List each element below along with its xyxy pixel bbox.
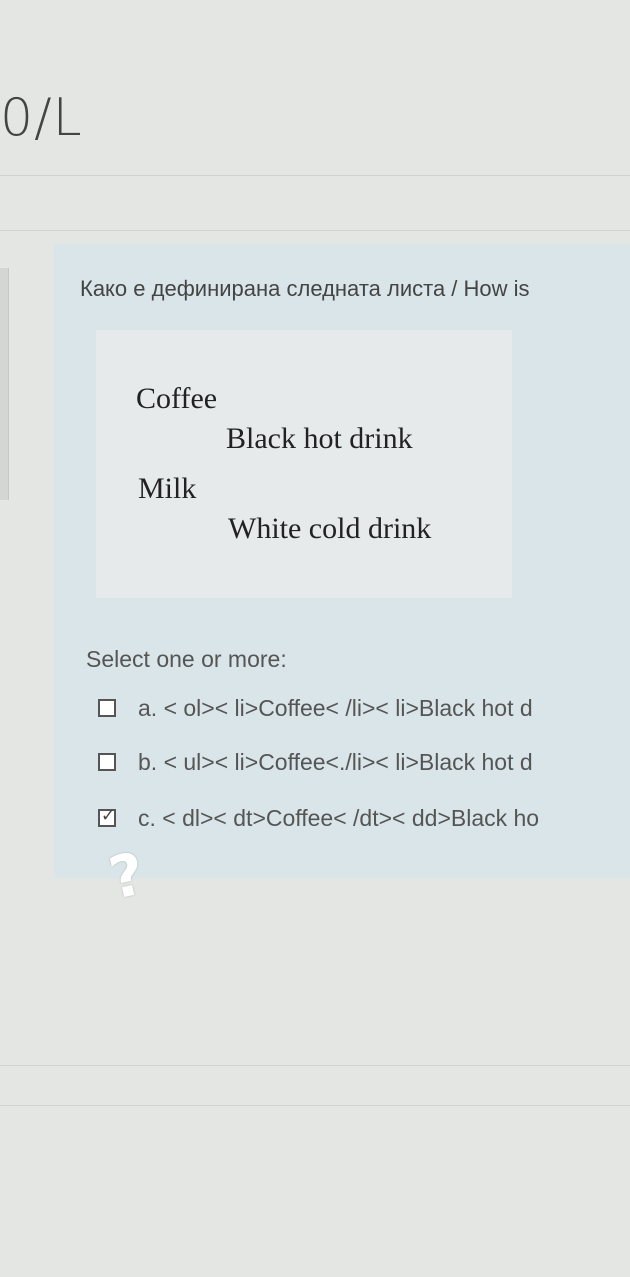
answer-option-a[interactable]: a. < ol>< li>Coffee< /li>< li>Black hot …: [98, 692, 630, 724]
checkmark-icon: ✓: [101, 806, 116, 826]
answer-option-b[interactable]: b. < ul>< li>Coffee<./li>< li>Black hot …: [98, 746, 630, 778]
definition-list-image: Coffee Black hot drink Milk White cold d…: [96, 330, 512, 598]
option-label[interactable]: b. < ul>< li>Coffee<./li>< li>Black hot …: [138, 749, 533, 776]
option-label[interactable]: c. < dl>< dt>Coffee< /dt>< dd>Black ho: [138, 805, 539, 832]
checkbox[interactable]: [98, 699, 116, 717]
select-prompt: Select one or more:: [86, 646, 287, 672]
side-panel-edge[interactable]: [0, 268, 9, 500]
checkbox[interactable]: [98, 753, 116, 771]
answer-option-c[interactable]: ✓ c. < dl>< dt>Coffee< /dt>< dd>Black ho: [98, 802, 630, 834]
list-term: Coffee: [136, 382, 218, 415]
divider: [0, 1105, 630, 1106]
question-text: Како е дефинирана следната листа / How i…: [80, 276, 530, 301]
divider: [0, 1065, 630, 1066]
list-definition: White cold drink: [228, 512, 432, 545]
option-label[interactable]: a. < ol>< li>Coffee< /li>< li>Black hot …: [138, 695, 533, 722]
divider: [0, 175, 630, 176]
page-title: 0/L: [0, 88, 83, 148]
list-term: Milk: [138, 472, 197, 505]
list-definition: Black hot drink: [226, 422, 413, 455]
checkbox-checked[interactable]: ✓: [98, 806, 116, 827]
divider: [0, 230, 630, 231]
